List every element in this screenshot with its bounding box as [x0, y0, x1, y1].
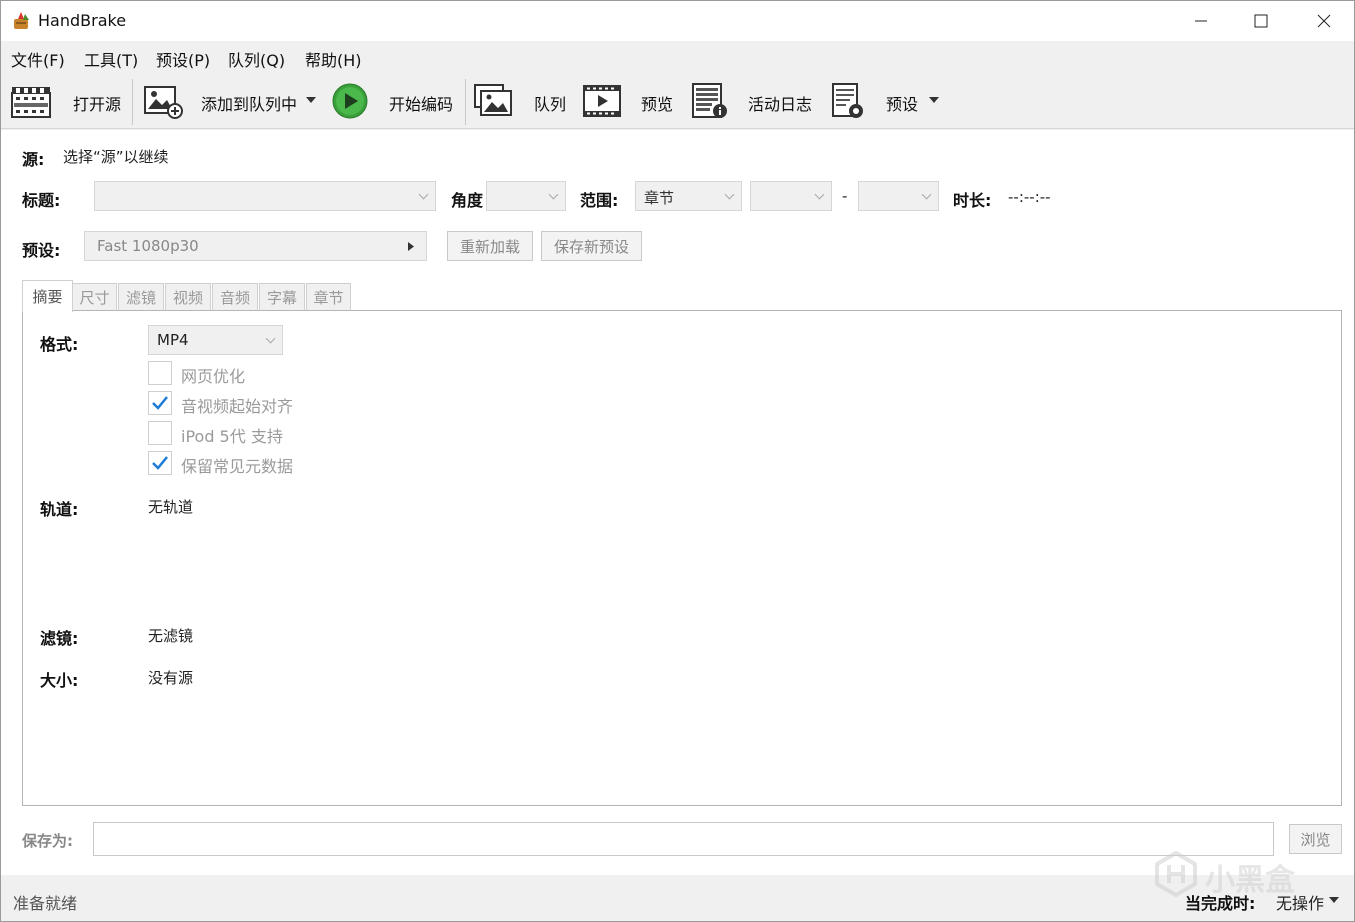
close-button[interactable] [1294, 1, 1354, 41]
when-done-label: 当完成时: [1185, 894, 1256, 913]
range-type-dropdown[interactable]: 章节 [635, 181, 742, 211]
preview-button[interactable]: 预览 [641, 91, 673, 115]
filters-label: 滤镜: [40, 629, 79, 648]
menu-bar: 文件(F) 工具(T) 预设(P) 队列(Q) 帮助(H) [1, 41, 1354, 73]
toolbar-separator [465, 79, 466, 125]
chevron-right-icon [408, 242, 414, 251]
chevron-down-icon [548, 189, 559, 200]
duration-value: --:--:-- [1008, 188, 1051, 206]
align-av-start-checkbox[interactable] [148, 391, 172, 415]
checkmark-icon [152, 396, 168, 410]
source-label: 源: [22, 150, 45, 169]
save-as-label: 保存为: [22, 832, 73, 850]
window-title: HandBrake [38, 11, 127, 30]
filters-value: 无滤镜 [148, 627, 194, 645]
toolbar: 打开源 添加到队列中 开始编码 队列 预览 活动日志 预设 [1, 73, 1354, 129]
range-separator: - [842, 187, 848, 205]
tab-audio[interactable]: 音频 [212, 283, 258, 311]
main-window: HandBrake 文件(F) 工具(T) 预设(P) 队列(Q) 帮助(H) … [0, 0, 1355, 922]
add-image-icon[interactable] [141, 81, 185, 121]
save-as-input[interactable] [93, 822, 1274, 856]
tab-video[interactable]: 视频 [165, 283, 211, 311]
chevron-down-icon [265, 333, 276, 344]
title-label: 标题: [22, 191, 61, 210]
reload-preset-button[interactable]: 重新加载 [447, 231, 533, 261]
checkmark-icon [152, 456, 168, 470]
size-label: 大小: [40, 671, 79, 690]
add-to-queue-button[interactable]: 添加到队列中 [201, 91, 297, 115]
tracks-label: 轨道: [40, 500, 79, 519]
keep-metadata-label: 保留常见元数据 [181, 457, 294, 476]
range-end-dropdown[interactable] [858, 181, 939, 211]
range-start-dropdown[interactable] [750, 181, 832, 211]
open-source-button[interactable]: 打开源 [73, 91, 121, 115]
source-value: 选择“源”以继续 [63, 148, 169, 166]
align-av-start-label: 音视频起始对齐 [181, 397, 294, 416]
presets-dropdown-arrow[interactable] [929, 97, 939, 103]
angle-label: 角度 [451, 191, 484, 210]
add-to-queue-dropdown-arrow[interactable] [306, 97, 316, 103]
format-label: 格式: [40, 335, 79, 354]
toolbar-separator [132, 79, 133, 125]
tab-dimensions[interactable]: 尺寸 [72, 283, 117, 311]
presets-settings-icon[interactable] [827, 81, 871, 121]
when-done-dropdown-arrow[interactable] [1329, 897, 1339, 903]
status-text: 准备就绪 [13, 894, 78, 913]
browse-button[interactable]: 浏览 [1289, 824, 1342, 854]
minimize-button[interactable] [1171, 1, 1231, 41]
status-bar: 准备就绪 当完成时: 无操作 [1, 875, 1354, 921]
keep-metadata-checkbox[interactable] [148, 451, 172, 475]
chevron-down-icon [921, 189, 932, 200]
web-optimize-label: 网页优化 [181, 367, 246, 386]
format-dropdown[interactable]: MP4 [148, 325, 283, 355]
summary-panel: 格式: MP4 网页优化 音视频起始对齐 iPod 5代 支持 保留常见元数据 … [22, 310, 1342, 806]
tab-subtitles[interactable]: 字幕 [259, 283, 305, 311]
menu-presets[interactable]: 预设(P) [156, 47, 210, 71]
size-value: 没有源 [148, 669, 194, 687]
activity-log-icon[interactable] [688, 81, 732, 121]
film-preview-icon[interactable] [580, 81, 624, 121]
maximize-button[interactable] [1231, 1, 1291, 41]
play-icon[interactable] [328, 81, 372, 121]
ipod-support-checkbox[interactable] [148, 421, 172, 445]
preset-selector[interactable]: Fast 1080p30 [84, 231, 427, 261]
angle-dropdown[interactable] [486, 181, 566, 211]
main-content: 源: 选择“源”以继续 标题: 角度 范围: 章节 - 时长: --:--:--… [1, 130, 1354, 875]
presets-button[interactable]: 预设 [886, 91, 918, 115]
chevron-down-icon [814, 189, 825, 200]
close-icon [1317, 14, 1331, 28]
maximize-icon [1254, 14, 1268, 28]
tracks-value: 无轨道 [148, 498, 194, 516]
save-new-preset-button[interactable]: 保存新预设 [541, 231, 642, 261]
tab-chapters[interactable]: 章节 [306, 283, 351, 311]
clapperboard-icon[interactable] [9, 81, 53, 121]
menu-queue[interactable]: 队列(Q) [228, 47, 285, 71]
tab-summary[interactable]: 摘要 [22, 280, 73, 312]
range-label: 范围: [580, 191, 619, 210]
when-done-dropdown[interactable]: 无操作 [1276, 890, 1324, 914]
title-dropdown[interactable] [94, 181, 436, 211]
menu-file[interactable]: 文件(F) [11, 47, 65, 71]
menu-tools[interactable]: 工具(T) [84, 47, 138, 71]
queue-icon[interactable] [473, 81, 517, 121]
activity-log-button[interactable]: 活动日志 [748, 91, 812, 115]
menu-help[interactable]: 帮助(H) [305, 47, 362, 71]
start-encode-button[interactable]: 开始编码 [389, 91, 453, 115]
chevron-down-icon [418, 189, 429, 200]
minimize-icon [1195, 20, 1207, 22]
duration-label: 时长: [953, 191, 992, 210]
tab-filters[interactable]: 滤镜 [118, 283, 164, 311]
queue-button[interactable]: 队列 [534, 91, 566, 115]
title-bar: HandBrake [1, 1, 1354, 41]
chevron-down-icon [724, 189, 735, 200]
preset-label: 预设: [22, 241, 61, 260]
web-optimize-checkbox[interactable] [148, 361, 172, 385]
ipod-support-label: iPod 5代 支持 [181, 427, 283, 446]
handbrake-logo-icon [14, 12, 29, 29]
